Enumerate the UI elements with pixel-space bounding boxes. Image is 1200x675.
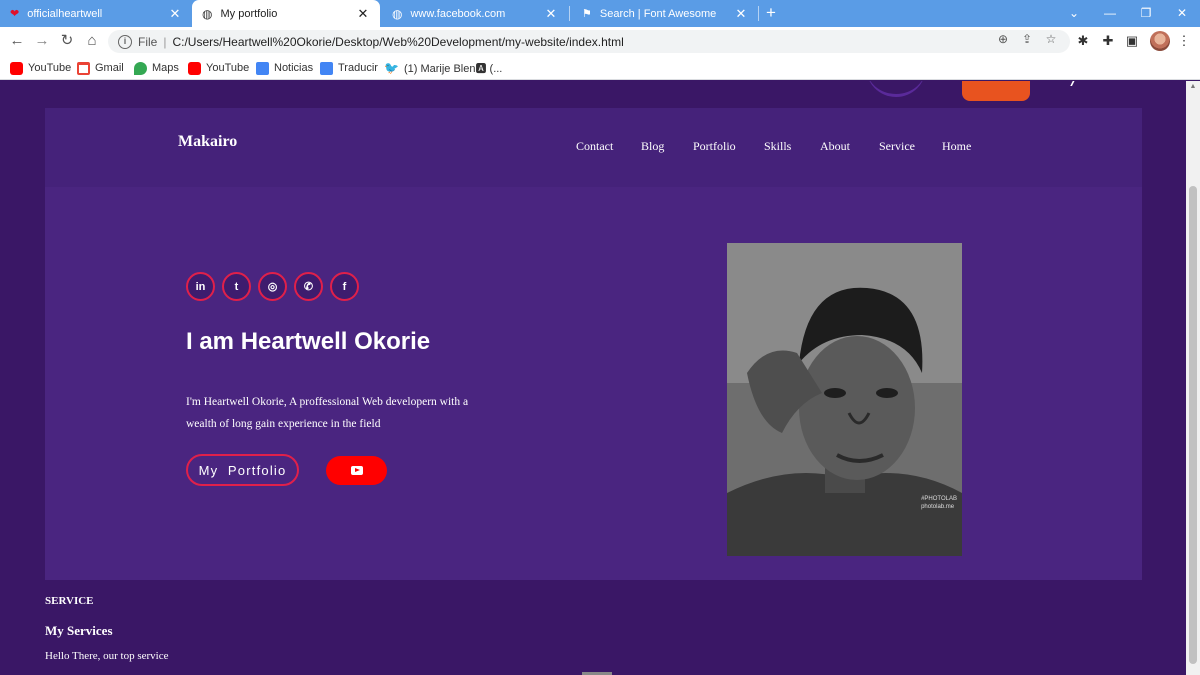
- heart-icon: ❤: [10, 8, 20, 20]
- tab-separator: [569, 6, 570, 21]
- bookmark-label: Maps: [152, 62, 179, 74]
- nav-skills[interactable]: Skills: [764, 139, 791, 154]
- info-icon[interactable]: i: [118, 34, 132, 49]
- youtube-icon: [350, 466, 363, 475]
- address-bar[interactable]: i File | C:/Users/Heartwell%20Okorie/Des…: [108, 30, 1070, 53]
- services-heading: My Services: [45, 623, 113, 638]
- bookmark-label: Gmail: [95, 62, 124, 74]
- tab-separator: [758, 6, 759, 21]
- close-icon[interactable]: ✕: [734, 6, 748, 22]
- hero-title: I am Heartwell Okorie: [186, 328, 431, 355]
- chevron-down-icon[interactable]: ⌄: [1056, 0, 1092, 27]
- nav-blog[interactable]: Blog: [641, 139, 664, 154]
- close-icon[interactable]: ✕: [544, 6, 558, 22]
- nav-portfolio[interactable]: Portfolio: [693, 139, 736, 154]
- tab-title: My portfolio: [220, 7, 278, 20]
- whatsapp-icon[interactable]: ✆: [294, 272, 323, 301]
- close-window-button[interactable]: ✕: [1164, 0, 1200, 27]
- youtube-icon: [10, 61, 23, 75]
- tab-title: officialheartwell: [27, 7, 103, 20]
- html5-logo-decoration: [962, 81, 1030, 101]
- decorative-shape: [866, 81, 926, 97]
- side-panel-icon[interactable]: ▣: [1122, 31, 1142, 51]
- maps-pin-icon: [134, 61, 147, 75]
- watermark-line: #PHOTOLAB: [921, 496, 957, 502]
- bookmark-traducir[interactable]: Traducir: [320, 60, 378, 76]
- tab-facebook[interactable]: ◍ www.facebook.com ✕: [382, 0, 568, 27]
- nav-home[interactable]: Home: [942, 139, 971, 154]
- page-scrollbar[interactable]: ▲: [1186, 81, 1200, 675]
- bookmark-star-icon[interactable]: ☆: [1043, 31, 1059, 47]
- browser-toolbar: ← → ↻ ⌂ i File | C:/Users/Heartwell%20Ok…: [0, 27, 1200, 56]
- address-prefix: File: [138, 34, 158, 49]
- tab-title: www.facebook.com: [410, 7, 506, 20]
- scroll-thumb[interactable]: [1189, 186, 1197, 664]
- social-links: in t ◎ ✆ f: [186, 272, 359, 301]
- minimize-button[interactable]: —: [1092, 0, 1128, 27]
- twitter-bird-icon: 🐦: [384, 61, 399, 75]
- address-separator: |: [163, 34, 167, 49]
- bookmark-youtube-2[interactable]: YouTube: [188, 60, 249, 76]
- scroll-up-arrow[interactable]: ▲: [1189, 83, 1197, 90]
- bookmark-noticias[interactable]: Noticias: [256, 60, 313, 76]
- tab-strip: ❤ officialheartwell ✕ ◍ My portfolio ✕ ◍…: [0, 0, 1200, 27]
- nav-service[interactable]: Service: [879, 139, 915, 154]
- instagram-icon[interactable]: ◎: [258, 272, 287, 301]
- youtube-icon: [188, 61, 201, 75]
- bookmark-label: YouTube: [28, 62, 72, 74]
- tab-my-portfolio[interactable]: ◍ My portfolio ✕: [192, 0, 380, 27]
- services-description: Hello There, our top service: [45, 650, 169, 662]
- kebab-menu-icon[interactable]: ⋮: [1174, 31, 1194, 51]
- service-eyebrow: SERVICE: [45, 595, 94, 607]
- youtube-button[interactable]: [326, 456, 387, 485]
- globe-icon: ◍: [202, 6, 213, 21]
- site-navbar: Makairo Contact Blog Portfolio Skills Ab…: [45, 108, 1142, 187]
- facebook-icon[interactable]: f: [330, 272, 359, 301]
- page-viewport: / Makairo Contact Blog Portfolio Skills …: [0, 81, 1186, 675]
- profile-avatar[interactable]: [1150, 31, 1170, 51]
- bookmark-label: (1) Marije Blen🅰 (...: [403, 63, 503, 75]
- reload-button[interactable]: ↻: [56, 30, 78, 52]
- photo-watermark: #PHOTOLAB photolab.me: [921, 495, 957, 511]
- bookmark-youtube[interactable]: YouTube: [10, 60, 71, 76]
- hero-description: I'm Heartwell Okorie, A proffessional We…: [186, 396, 469, 430]
- home-button[interactable]: ⌂: [81, 30, 103, 52]
- puzzle-icon[interactable]: ✚: [1098, 31, 1118, 51]
- bookmark-label: YouTube: [206, 62, 250, 74]
- close-icon[interactable]: ✕: [356, 6, 370, 22]
- tab-officialheartwell[interactable]: ❤ officialheartwell ✕: [0, 0, 192, 27]
- tab-font-awesome[interactable]: ⚑ Search | Font Awesome ✕: [572, 0, 758, 27]
- my-portfolio-button[interactable]: My Portfolio: [186, 454, 299, 486]
- site-brand[interactable]: Makairo: [178, 133, 237, 151]
- back-button[interactable]: ←: [6, 30, 28, 52]
- linkedin-icon[interactable]: in: [186, 272, 215, 301]
- restore-button[interactable]: ❐: [1128, 0, 1164, 27]
- nav-about[interactable]: About: [820, 139, 850, 154]
- share-icon[interactable]: ⇪: [1019, 31, 1035, 47]
- extension-bug-icon[interactable]: ✱: [1073, 31, 1093, 51]
- tab-title: Search | Font Awesome: [599, 7, 717, 20]
- gmail-icon: [77, 61, 90, 75]
- new-tab-button[interactable]: +: [762, 0, 780, 27]
- address-url[interactable]: C:/Users/Heartwell%20Okorie/Desktop/Web%…: [172, 35, 623, 49]
- close-icon[interactable]: ✕: [168, 6, 182, 22]
- zoom-icon[interactable]: ⊕: [995, 31, 1011, 47]
- bookmark-gmail[interactable]: Gmail: [77, 60, 124, 76]
- nav-contact[interactable]: Contact: [576, 139, 613, 154]
- bookmark-twitter[interactable]: 🐦 (1) Marije Blen🅰 (...: [384, 60, 502, 76]
- bookmarks-bar: YouTube Gmail Maps YouTube Noticias Trad…: [0, 56, 1200, 80]
- forward-button[interactable]: →: [31, 30, 53, 52]
- hero-section: Makairo Contact Blog Portfolio Skills Ab…: [45, 108, 1142, 580]
- globe-icon: ◍: [392, 6, 403, 21]
- bookmark-label: Traducir: [338, 62, 378, 74]
- flag-icon: ⚑: [582, 8, 592, 20]
- news-icon: [256, 61, 269, 75]
- watermark-line: photolab.me: [921, 504, 955, 510]
- profile-photo: #PHOTOLAB photolab.me: [727, 243, 962, 556]
- decorative-mark: /: [1072, 81, 1132, 95]
- bookmark-maps[interactable]: Maps: [134, 60, 179, 76]
- translate-icon: [320, 61, 333, 75]
- bookmark-label: Noticias: [274, 62, 314, 74]
- twitter-icon[interactable]: t: [222, 272, 251, 301]
